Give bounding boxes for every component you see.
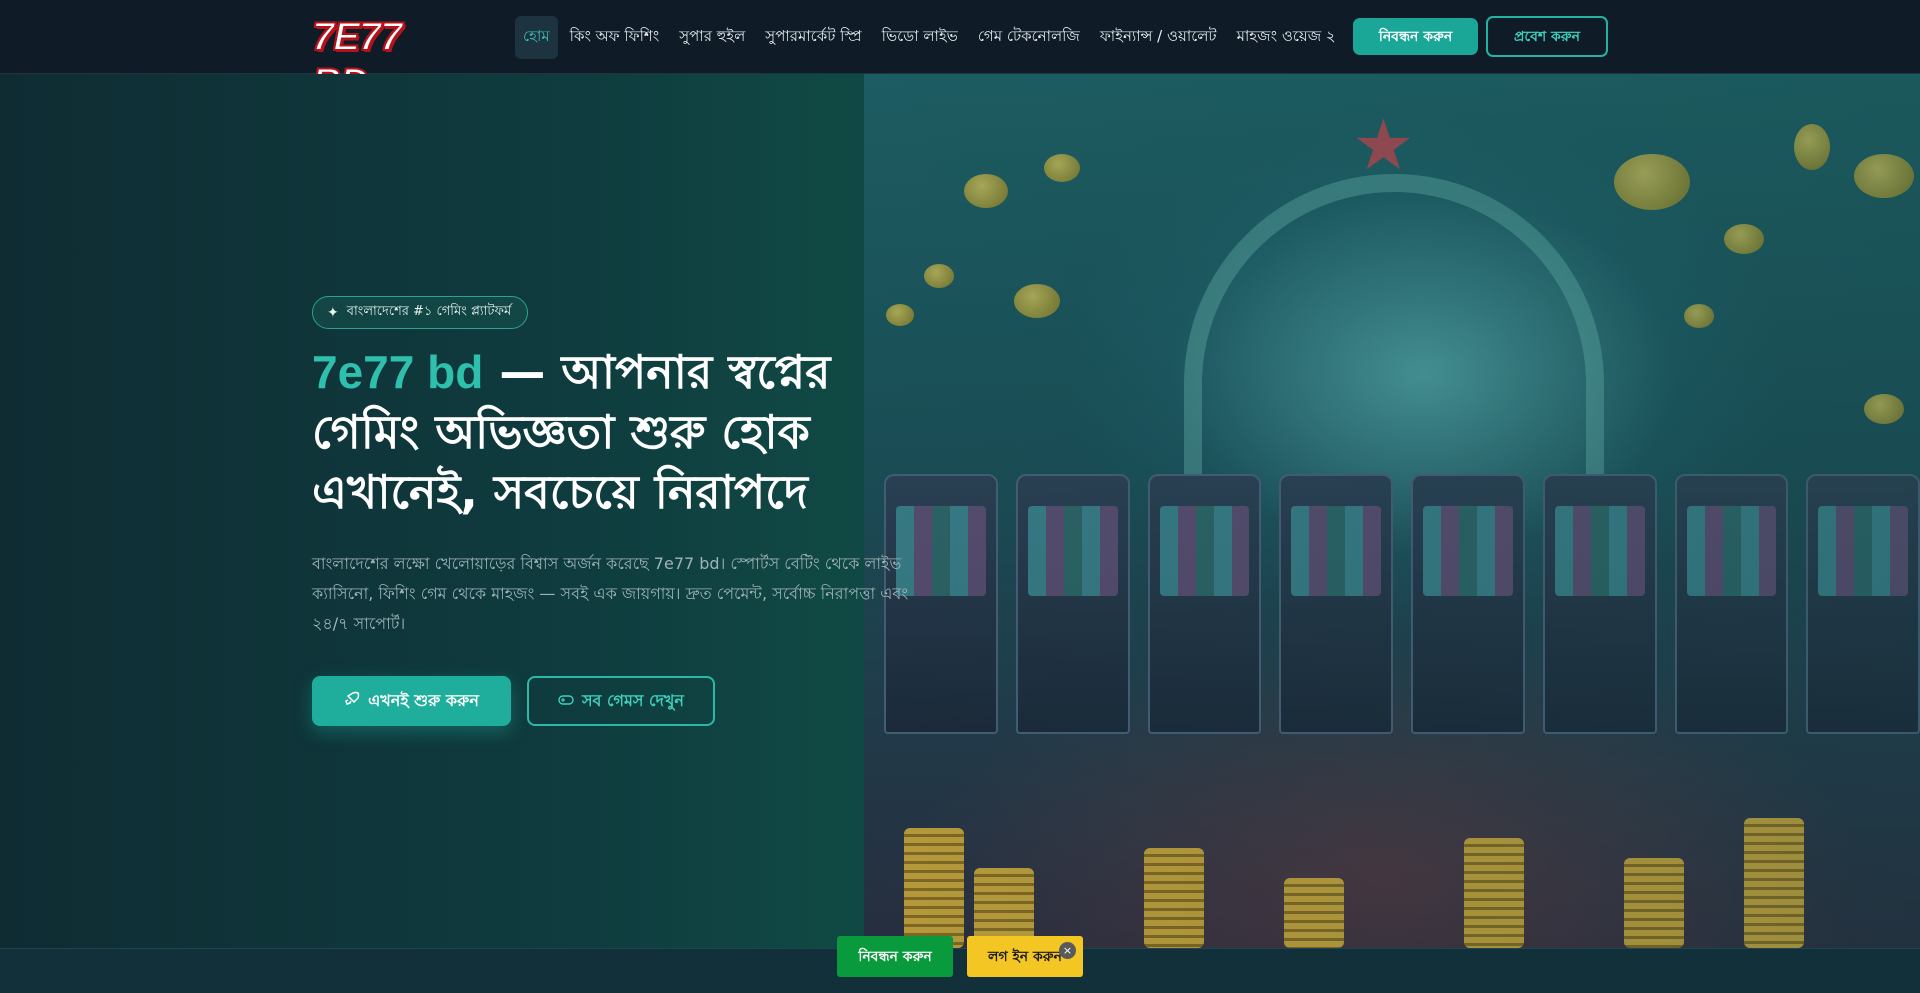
start-now-label: এখনই শুরু করুন xyxy=(368,690,479,710)
rocket-icon xyxy=(344,691,360,711)
nav-item-super-wheel[interactable]: সুপার হুইল xyxy=(671,16,753,59)
nav-item-video-live[interactable]: ভিডো লাইভ xyxy=(874,16,966,59)
headline-brand: 7e77 bd xyxy=(312,346,484,398)
sparkle-icon: ✦ xyxy=(327,304,339,321)
hero-description: বাংলাদেশের লক্ষো খেলোয়াড়ের বিশ্বাস অর্… xyxy=(312,554,909,633)
view-all-games-label: সব গেমস দেখুন xyxy=(581,690,684,710)
hero-headline: 7e77 bd — আপনার স্বপ্নের গেমিং অভিজ্ঞতা … xyxy=(312,342,932,522)
gamepad-icon xyxy=(558,692,574,711)
header-login-button[interactable]: প্রবেশ করুন xyxy=(1486,16,1608,57)
hero-overlay xyxy=(0,74,1920,948)
start-now-button[interactable]: এখনই শুরু করুন xyxy=(312,676,511,726)
nav-item-mahjong-ways-2[interactable]: মাহজং ওয়েজ ২ xyxy=(1229,16,1344,59)
main-nav: হোম কিং অফ ফিশিং সুপার হুইল সুপারমার্কেট… xyxy=(515,15,1348,59)
site-header: 7E77 BD হোম কিং অফ ফিশিং সুপার হুইল সুপা… xyxy=(0,0,1920,106)
header-register-button[interactable]: নিবন্ধন করুন xyxy=(1353,18,1478,55)
nav-item-finance-wallet[interactable]: ফাইন্যান্স / ওয়ালেট xyxy=(1092,16,1225,59)
close-icon[interactable]: × xyxy=(1059,942,1076,959)
hero-section: ★ ✦ বাংলাদেশের #১ গেমিং প্ xyxy=(0,74,1920,948)
site-logo[interactable]: 7E77 BD xyxy=(311,14,450,106)
nav-item-supermarket-spree[interactable]: সুপারমার্কেট স্প্রি xyxy=(757,16,869,59)
nav-item-game-technology[interactable]: গেম টেকনোলজি xyxy=(970,16,1088,59)
view-all-games-button[interactable]: সব গেমস দেখুন xyxy=(527,676,715,726)
nav-item-king-of-fishing[interactable]: কিং অফ ফিশিং xyxy=(562,16,668,59)
sticky-register-button[interactable]: নিবন্ধন করুন xyxy=(837,936,953,977)
nav-item-home[interactable]: হোম xyxy=(515,15,558,59)
platform-badge: ✦ বাংলাদেশের #১ গেমিং প্ল্যাটফর্ম xyxy=(312,296,529,329)
stats-strip xyxy=(0,948,1920,993)
badge-text: বাংলাদেশের #১ গেমিং প্ল্যাটফর্ম xyxy=(346,304,512,319)
